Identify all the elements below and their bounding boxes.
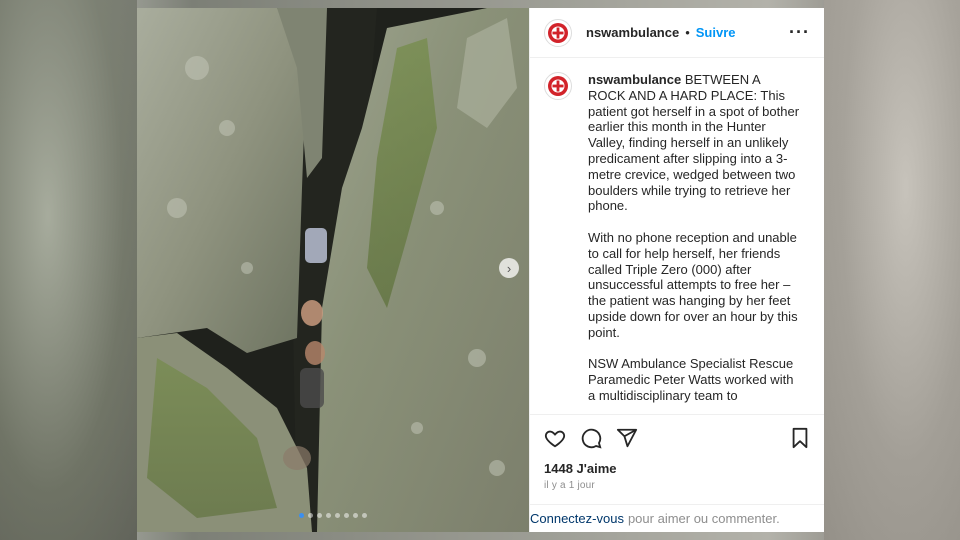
post-header: nswambulance • Suivre ···: [530, 8, 824, 58]
like-count[interactable]: 1448 J'aime: [544, 461, 810, 476]
caption-paragraph-1: BETWEEN A ROCK AND A HARD PLACE: This pa…: [588, 72, 800, 214]
chevron-right-icon[interactable]: ›: [499, 258, 519, 278]
login-prompt: Connectez-vous pour aimer ou commenter.: [530, 504, 824, 532]
carousel-dot: [353, 513, 358, 518]
heart-icon[interactable]: [544, 427, 566, 449]
carousel-dot: [335, 513, 340, 518]
carousel-dot: [362, 513, 367, 518]
carousel-dot: [317, 513, 322, 518]
rock-crevice-image: [137, 8, 529, 532]
action-icon-row: [544, 425, 810, 451]
caption-text: nswambulance BETWEEN A ROCK AND A HARD P…: [588, 72, 800, 414]
follow-button[interactable]: Suivre: [696, 25, 736, 40]
post-timestamp[interactable]: il y a 1 jour: [544, 480, 810, 491]
comment-icon[interactable]: [580, 427, 602, 449]
login-prompt-text: pour aimer ou commenter.: [627, 511, 780, 526]
caption-paragraph-2: With no phone reception and unable to ca…: [588, 229, 798, 340]
login-link[interactable]: Connectez-vous: [530, 511, 624, 526]
caption-username[interactable]: nswambulance: [588, 72, 681, 87]
share-icon[interactable]: [616, 427, 638, 449]
carousel-dot: [326, 513, 331, 518]
carousel-dot: [344, 513, 349, 518]
post-actions: 1448 J'aime il y a 1 jour: [530, 414, 824, 504]
post-photo[interactable]: ›: [137, 8, 529, 532]
more-horizontal-icon[interactable]: ···: [789, 22, 810, 43]
carousel-dot: [308, 513, 313, 518]
instagram-post: › nswambulance • Suivre ··· nswambulance…: [137, 8, 824, 532]
post-sidebar: nswambulance • Suivre ··· nswambulance B…: [529, 8, 824, 532]
carousel-dot: [299, 513, 304, 518]
username-link[interactable]: nswambulance: [586, 25, 679, 40]
nsw-ambulance-logo-icon: [548, 76, 568, 96]
avatar[interactable]: [544, 18, 572, 47]
nsw-ambulance-logo-icon: [548, 22, 568, 43]
background-blur-left: [0, 0, 137, 540]
background-blur-right: [824, 0, 960, 540]
caption-area: nswambulance BETWEEN A ROCK AND A HARD P…: [530, 58, 824, 414]
separator-dot: •: [685, 25, 690, 40]
caption-avatar[interactable]: [544, 72, 572, 100]
caption-paragraph-3: NSW Ambulance Specialist Rescue Paramedi…: [588, 356, 794, 403]
bookmark-icon[interactable]: [790, 427, 810, 449]
carousel-indicator: [137, 513, 529, 518]
